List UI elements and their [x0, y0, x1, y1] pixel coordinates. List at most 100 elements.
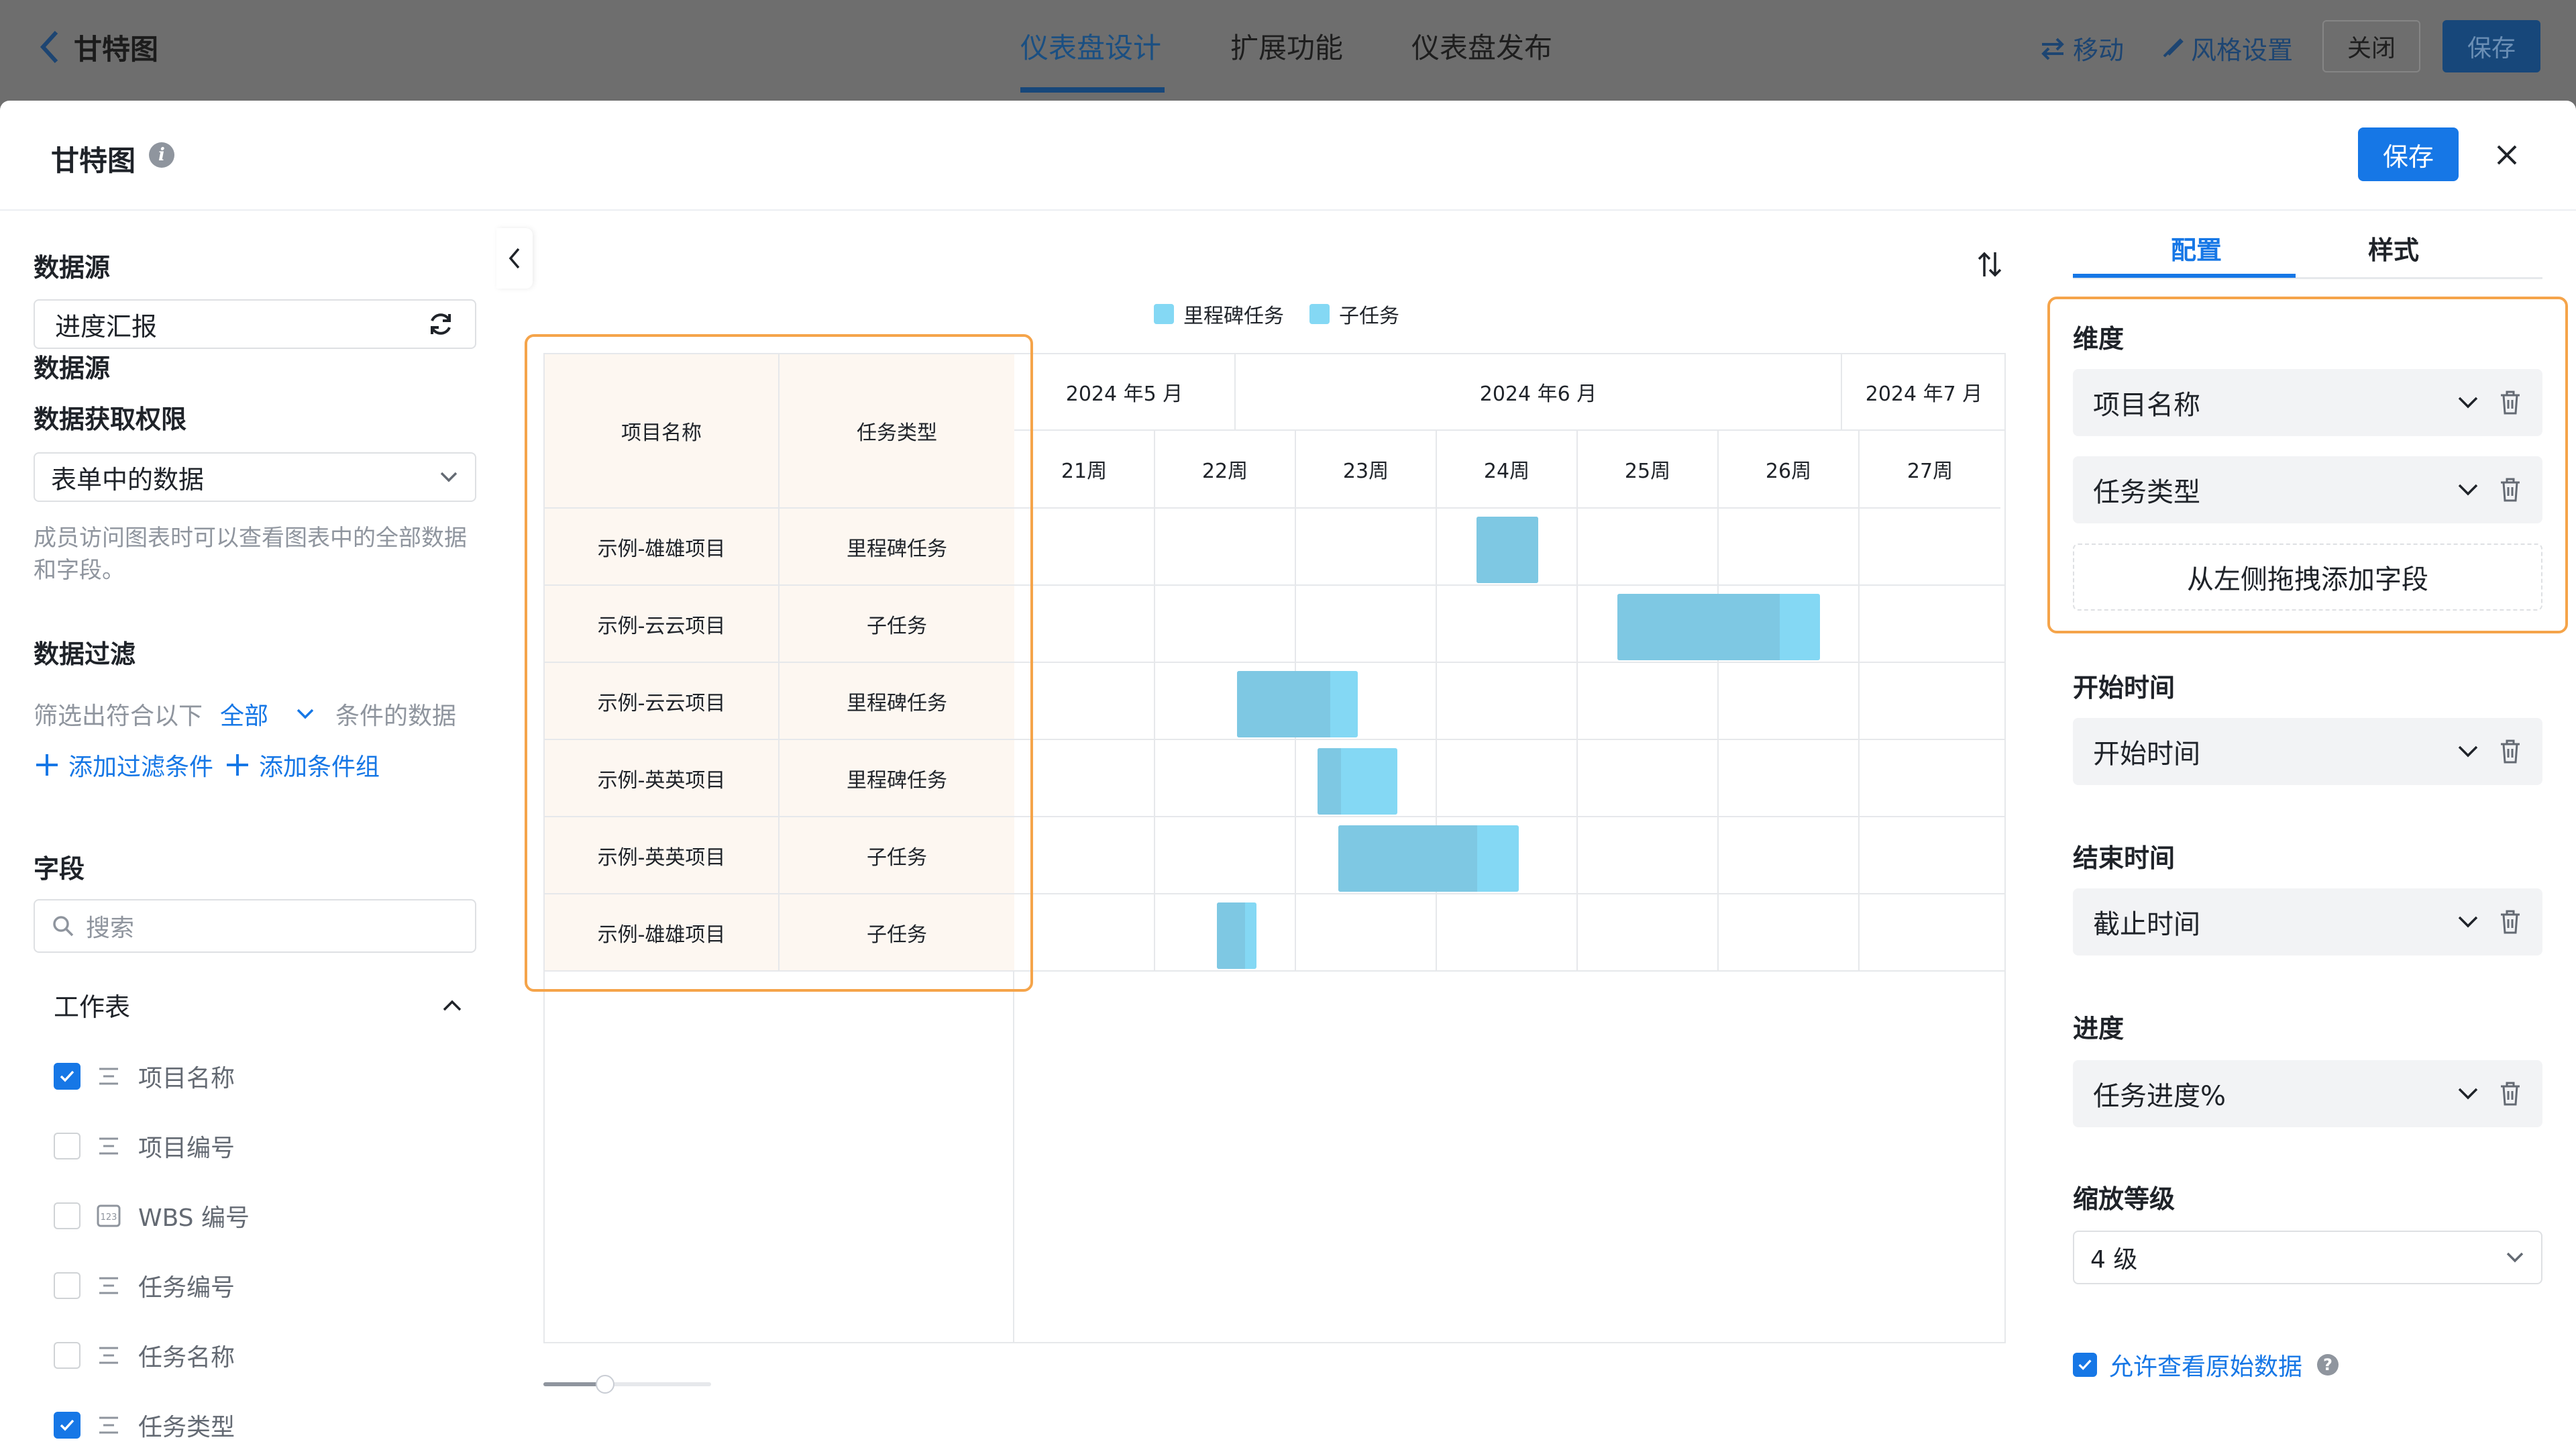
help-icon[interactable]: ?: [2317, 1354, 2339, 1376]
tab-dashboard-design[interactable]: 仪表盘设计: [1020, 25, 1161, 93]
datasource-title: 数据源: [34, 253, 111, 282]
text-field-icon: [95, 1272, 122, 1299]
grid-line: [1576, 509, 1578, 972]
drag-field-dropzone[interactable]: 从左侧拖拽添加字段: [2073, 544, 2542, 611]
dialog-header: 甘特图 i 保存: [0, 101, 2576, 211]
chevron-down-icon: [440, 472, 458, 482]
permission-select[interactable]: 表单中的数据: [34, 452, 476, 502]
trash-icon[interactable]: [2498, 739, 2522, 764]
chevron-down-icon[interactable]: [2457, 915, 2479, 929]
zoom-slider-track[interactable]: [543, 1375, 711, 1394]
field-item[interactable]: 任务类型: [54, 1405, 235, 1445]
dimension-field-project[interactable]: 项目名称: [2073, 369, 2542, 436]
field-item[interactable]: 项目名称: [54, 1056, 235, 1096]
datasource-select[interactable]: 进度汇报: [34, 299, 476, 349]
allow-raw-data-option[interactable]: 允许查看原始数据 ?: [2073, 1347, 2339, 1382]
start-time-value: 开始时间: [2093, 739, 2200, 770]
gantt-bar[interactable]: [1236, 671, 1358, 737]
check-icon: [2078, 1359, 2092, 1370]
chevron-down-icon[interactable]: [2457, 482, 2479, 497]
trash-icon[interactable]: [2498, 390, 2522, 415]
tab-dashboard-publish[interactable]: 仪表盘发布: [1411, 25, 1552, 93]
legend-label-milestone: 里程碑任务: [1183, 305, 1284, 328]
gantt-bar[interactable]: [1476, 517, 1539, 583]
refresh-icon[interactable]: [427, 310, 455, 338]
chevron-down-icon[interactable]: [295, 707, 315, 721]
checkbox-checked[interactable]: [2073, 1353, 2097, 1377]
tab-style[interactable]: 样式: [2368, 229, 2419, 266]
tab-config[interactable]: 配置: [2171, 229, 2222, 266]
save-button[interactable]: 保存: [2358, 127, 2459, 181]
end-time-value: 截止时间: [2093, 909, 2200, 940]
zoom-slider-handle[interactable]: [596, 1375, 614, 1394]
dimension-field-type[interactable]: 任务类型: [2073, 456, 2542, 523]
info-icon[interactable]: i: [149, 142, 174, 168]
gantt-bar[interactable]: [1317, 748, 1398, 815]
filter-mode-select[interactable]: 全部: [220, 696, 268, 731]
filter-rule: 筛选出符合以下 全部 条件的数据: [34, 696, 456, 731]
worksheet-group-header[interactable]: 工作表: [54, 986, 463, 1023]
fields-title: 字段: [34, 854, 85, 884]
progress-field[interactable]: 任务进度%: [2073, 1060, 2542, 1127]
checkbox[interactable]: [54, 1202, 80, 1229]
field-item[interactable]: 任务编号: [54, 1265, 235, 1306]
week-header: 22周: [1155, 431, 1296, 509]
checkbox[interactable]: [54, 1272, 80, 1299]
number-field-icon: 123: [95, 1202, 122, 1229]
checkbox[interactable]: [54, 1133, 80, 1159]
trash-icon[interactable]: [2498, 909, 2522, 935]
tab-extensions[interactable]: 扩展功能: [1230, 25, 1343, 93]
dimension-field-label: 任务类型: [2093, 477, 2200, 508]
zoom-level-select[interactable]: 4 级: [2073, 1231, 2542, 1284]
collapse-left-panel-button[interactable]: [496, 228, 533, 289]
back-button[interactable]: 甘特图: [39, 23, 180, 71]
week-header: 27周: [1860, 431, 2000, 509]
field-item[interactable]: 任务名称: [54, 1335, 235, 1376]
chevron-down-icon[interactable]: [2457, 744, 2479, 759]
row-line: [1014, 662, 2006, 663]
gantt-bar-progress: [1317, 748, 1342, 815]
zoom-level-title: 缩放等级: [2073, 1184, 2176, 1214]
chevron-down-icon[interactable]: [2457, 395, 2479, 410]
trash-icon[interactable]: [2498, 477, 2522, 503]
trash-icon[interactable]: [2498, 1081, 2522, 1106]
add-condition-group-button[interactable]: 添加条件组: [224, 747, 380, 782]
field-search-input[interactable]: 搜索: [34, 899, 476, 953]
gantt-bar[interactable]: [1338, 825, 1519, 892]
sort-icon[interactable]: [1976, 250, 2003, 279]
chevron-down-icon: [2506, 1252, 2524, 1263]
highlight-frame: [525, 334, 1033, 992]
grid-line: [1154, 509, 1155, 972]
start-time-field[interactable]: 开始时间: [2073, 718, 2542, 785]
close-icon[interactable]: [2490, 138, 2524, 172]
field-item[interactable]: 123 WBS 编号: [54, 1196, 250, 1236]
chevron-down-icon[interactable]: [2457, 1086, 2479, 1101]
month-header: 2024 年5 月: [1014, 354, 1236, 431]
week-header: 21周: [1014, 431, 1155, 509]
gantt-bar[interactable]: [1617, 594, 1821, 660]
week-header: 23周: [1296, 431, 1437, 509]
checkbox-checked[interactable]: [54, 1063, 80, 1090]
chevron-up-icon: [443, 1000, 462, 1011]
top-save-button[interactable]: 保存: [2443, 20, 2540, 72]
field-item[interactable]: 项目编号: [54, 1126, 235, 1166]
add-filter-button[interactable]: 添加过滤条件: [34, 747, 213, 782]
text-field-icon: [95, 1412, 122, 1439]
month-header: 2024 年6 月: [1236, 354, 1842, 431]
gantt-bar-progress: [1338, 825, 1477, 892]
gantt-bar[interactable]: [1217, 902, 1257, 969]
checkbox-checked[interactable]: [54, 1412, 80, 1439]
month-header: 2024 年7 月: [1842, 354, 2006, 431]
field-label: WBS 编号: [138, 1204, 250, 1232]
checkbox[interactable]: [54, 1342, 80, 1369]
permission-description: 成员访问图表时可以查看图表中的全部数据和字段。: [34, 525, 467, 584]
text-field-icon: [95, 1133, 122, 1159]
zoom-level-value: 4 级: [2090, 1246, 2138, 1274]
move-button[interactable]: 移动: [2039, 30, 2124, 66]
end-time-field[interactable]: 截止时间: [2073, 888, 2542, 955]
filter-suffix: 条件的数据: [335, 703, 457, 730]
move-label: 移动: [2073, 36, 2125, 65]
close-button[interactable]: 关闭: [2322, 20, 2420, 72]
style-settings-button[interactable]: 风格设置: [2160, 30, 2293, 66]
text-field-icon: [95, 1342, 122, 1369]
